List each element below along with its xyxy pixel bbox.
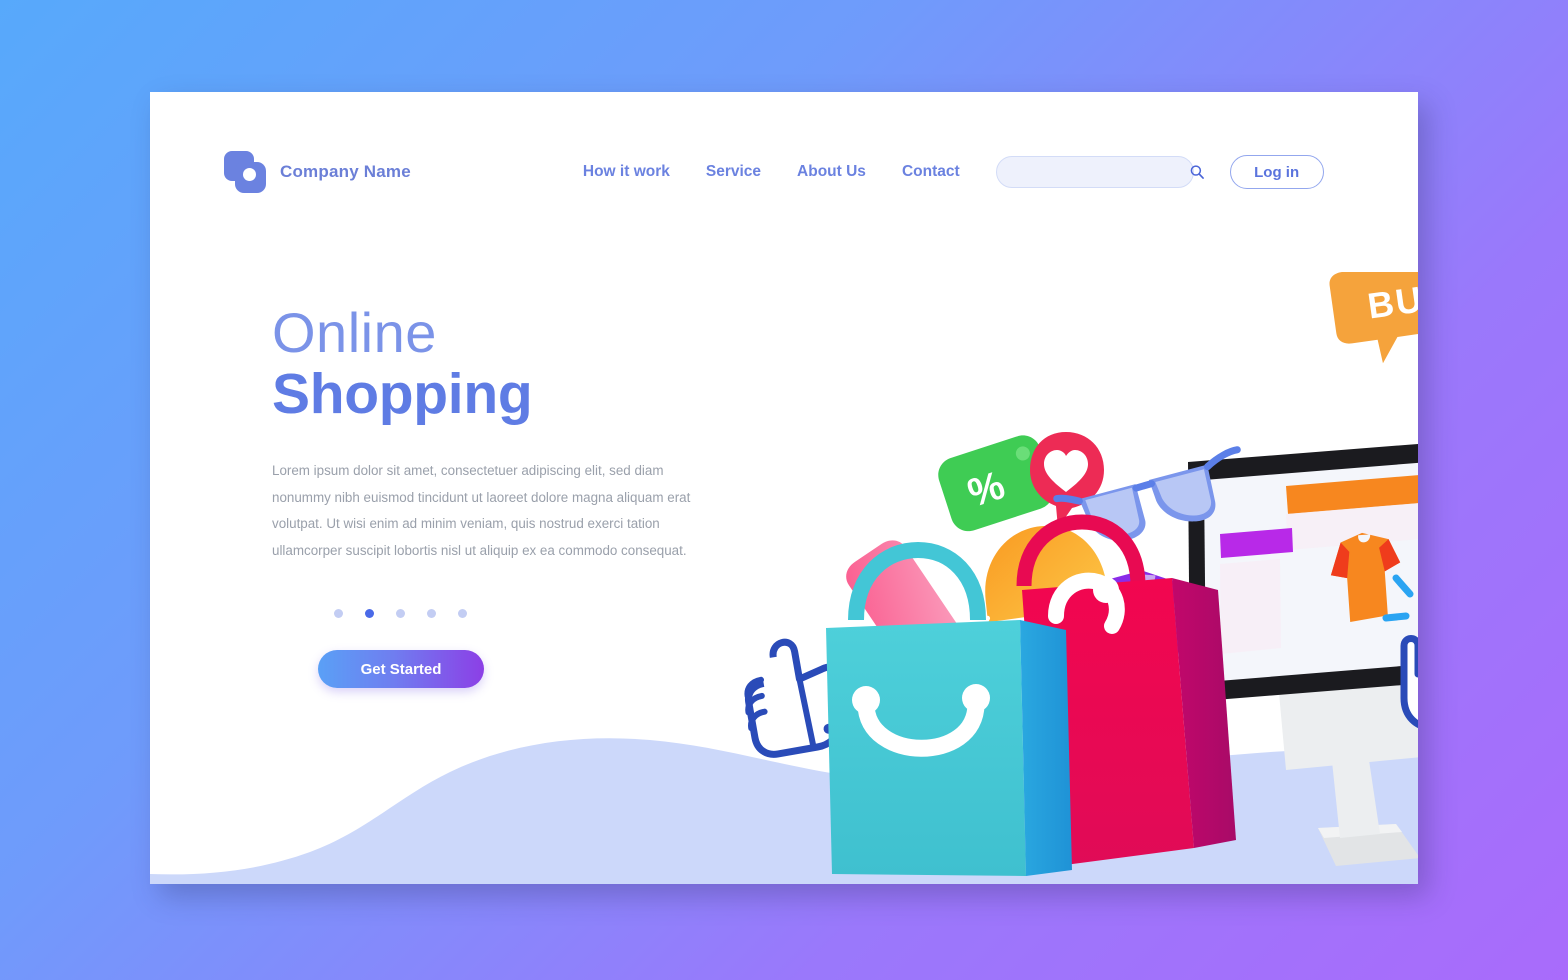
hero-title-line1: Online (272, 301, 437, 364)
login-button[interactable]: Log in (1229, 155, 1324, 189)
search-input[interactable] (1012, 164, 1189, 180)
carousel-dot-1[interactable] (334, 609, 343, 619)
carousel-dot-3[interactable] (396, 609, 405, 619)
carousel-dot-2[interactable] (365, 609, 374, 619)
hero-section: Online Shopping Lorem ipsum dolor sit am… (272, 301, 732, 689)
landing-page-card: Company Name How it work Service About U… (150, 92, 1418, 884)
nav-item-how-it-work[interactable]: How it work (583, 163, 670, 181)
stacked-squares-logo-icon (224, 151, 266, 193)
nav-item-contact[interactable]: Contact (902, 163, 960, 181)
brand[interactable]: Company Name (224, 151, 411, 193)
buy-badge: BUY (1329, 272, 1418, 364)
online-shopping-illustration: BUY % (720, 272, 1418, 884)
search-icon[interactable] (1189, 164, 1205, 180)
nav-item-service[interactable]: Service (706, 163, 761, 181)
get-started-button[interactable]: Get Started (318, 650, 484, 689)
hero-paragraph: Lorem ipsum dolor sit amet, consectetuer… (272, 462, 691, 559)
nav-item-about-us[interactable]: About Us (797, 163, 866, 181)
carousel-dot-5[interactable] (458, 609, 467, 619)
carousel-dot-4[interactable] (427, 609, 436, 619)
hero-title-line2: Shopping (272, 362, 533, 427)
main-navigation: How it work Service About Us Contact (583, 163, 960, 181)
search-bar[interactable] (995, 156, 1204, 188)
carousel-dots (334, 609, 732, 619)
site-header: Company Name How it work Service About U… (150, 92, 1418, 252)
brand-name: Company Name (280, 162, 411, 181)
